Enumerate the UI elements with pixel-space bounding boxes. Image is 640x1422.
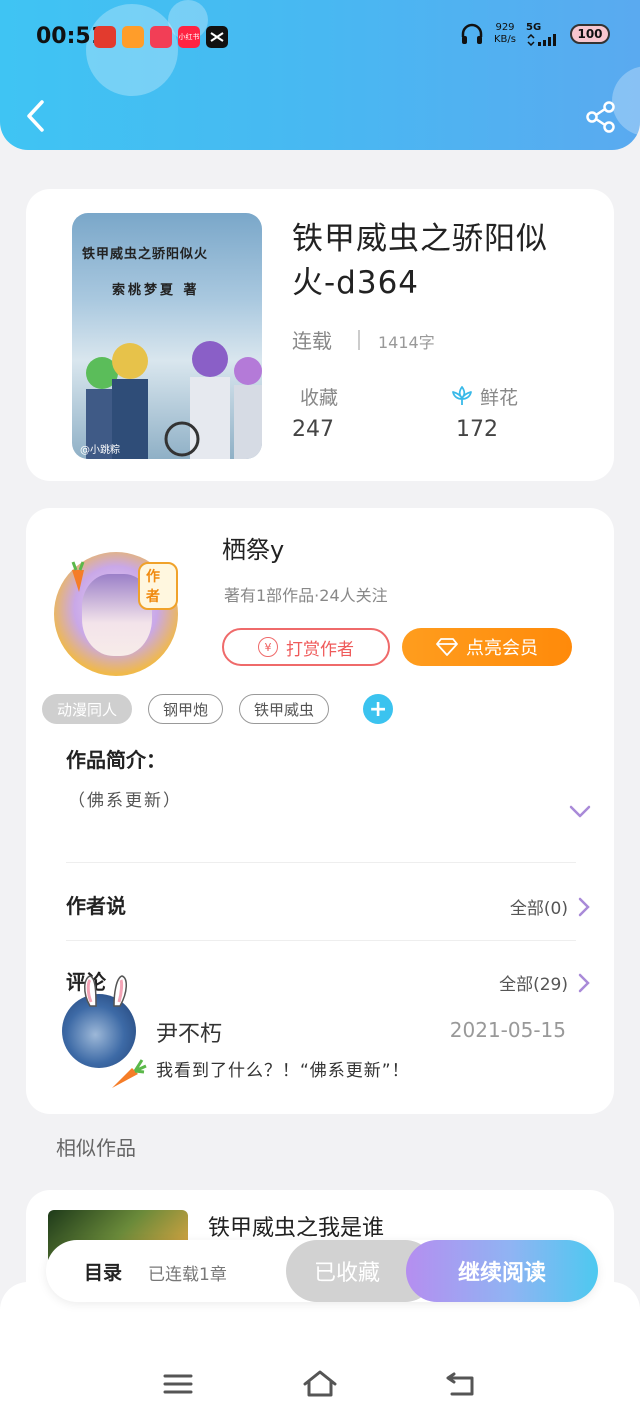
signal-icon bbox=[527, 34, 556, 46]
intro-title: 作品简介： bbox=[66, 748, 166, 772]
favorites-count: 247 bbox=[292, 417, 334, 442]
toc-button[interactable]: 目录 bbox=[84, 1258, 122, 1285]
home-icon bbox=[303, 1370, 337, 1397]
tag-item[interactable]: 铁甲威虫 bbox=[239, 694, 330, 724]
divider bbox=[66, 940, 576, 941]
author-says-all-label: 全部(0) bbox=[509, 899, 568, 919]
back-nav-button[interactable] bbox=[442, 1368, 482, 1400]
carrot-icon bbox=[112, 1059, 147, 1088]
menu-icon bbox=[163, 1374, 193, 1394]
status-bar: 00:51 小红书 929 KB/s 5G 100 bbox=[0, 0, 640, 70]
menu-button[interactable] bbox=[158, 1368, 198, 1400]
speed-unit: KB/s bbox=[494, 34, 516, 45]
word-count: 1414字 bbox=[378, 333, 435, 352]
comment-text: 我看到了什么？！“佛系更新”！ bbox=[156, 1061, 410, 1081]
network-speed: 929 KB/s bbox=[494, 22, 516, 46]
tip-author-label: 打赏作者 bbox=[286, 639, 354, 660]
return-icon bbox=[446, 1372, 474, 1396]
divider bbox=[66, 862, 576, 863]
meta-separator bbox=[358, 330, 360, 350]
signal-group: 5G bbox=[526, 22, 560, 46]
status-app-icons: 小红书 bbox=[94, 26, 228, 48]
xiaohongshu-icon: 小红书 bbox=[178, 26, 200, 48]
comment-date: 2021-05-15 bbox=[449, 1018, 566, 1042]
commenter-name: 尹不朽 bbox=[156, 1022, 223, 1047]
system-nav-bar bbox=[0, 1282, 640, 1422]
add-tag-button[interactable]: + bbox=[363, 694, 394, 724]
home-button[interactable] bbox=[300, 1368, 340, 1400]
app-icon-3 bbox=[150, 26, 172, 48]
flowers-count: 172 bbox=[456, 417, 498, 442]
vip-button[interactable]: 点亮会员 bbox=[402, 628, 572, 666]
book-info-card: 铁甲威虫之骄阳似火 索桃梦夏 著 @小跳粽 铁甲威虫之骄阳似火-d364 连载 … bbox=[26, 189, 614, 481]
vip-label: 点亮会员 bbox=[466, 638, 538, 659]
network-type: 5G bbox=[526, 22, 542, 33]
back-button[interactable] bbox=[20, 96, 54, 136]
chapter-count: 已连载1章 bbox=[148, 1265, 227, 1285]
favorited-label: 已收藏 bbox=[313, 1261, 380, 1286]
chevron-down-icon[interactable] bbox=[568, 804, 592, 820]
tag-list: 动漫同人 钢甲炮 铁甲威虫 + bbox=[42, 694, 394, 724]
cover-watermark: @小跳粽 bbox=[80, 445, 120, 456]
comments-all-link[interactable]: 全部(29) bbox=[499, 970, 590, 995]
app-icon-1 bbox=[94, 26, 116, 48]
favorites-label: 收藏 bbox=[300, 387, 339, 409]
author-avatar[interactable]: 作者 bbox=[54, 552, 178, 676]
plus-icon: + bbox=[368, 696, 388, 722]
chevron-right-icon bbox=[578, 973, 590, 992]
bunny-ears-icon bbox=[84, 975, 127, 1007]
continue-reading-label: 继续阅读 bbox=[457, 1261, 546, 1286]
author-badge: 作者 bbox=[138, 562, 178, 610]
similar-title: 相似作品 bbox=[56, 1136, 136, 1160]
author-meta: 著有1部作品·24人关注 bbox=[224, 586, 388, 605]
intro-text: （佛系更新） bbox=[68, 791, 182, 811]
comments-all-label: 全部(29) bbox=[499, 975, 568, 995]
author-card: 作者 栖祭y 著有1部作品·24人关注 ¥ 打赏作者 点亮会员 动漫同人 钢甲炮… bbox=[26, 508, 614, 1114]
author-says-all-link[interactable]: 全部(0) bbox=[510, 894, 590, 919]
diamond-icon bbox=[436, 638, 458, 656]
serial-status: 连载 bbox=[292, 329, 332, 353]
capcut-icon bbox=[206, 26, 228, 48]
book-cover[interactable]: 铁甲威虫之骄阳似火 索桃梦夏 著 @小跳粽 bbox=[72, 213, 262, 459]
headphones-icon bbox=[461, 23, 483, 44]
status-right: 929 KB/s 5G 100 bbox=[460, 22, 610, 46]
flower-icon bbox=[452, 386, 472, 405]
chevron-left-icon bbox=[27, 100, 44, 132]
chevron-right-icon bbox=[578, 897, 590, 916]
speed-value: 929 bbox=[495, 22, 515, 33]
tag-item[interactable]: 动漫同人 bbox=[42, 694, 133, 724]
author-says-title: 作者说 bbox=[66, 894, 126, 918]
reading-action-bar: 目录 已连载1章 已收藏 继续阅读 bbox=[46, 1240, 598, 1302]
similar-name: 铁甲威虫之我是谁 bbox=[208, 1216, 385, 1241]
cover-illustration bbox=[86, 341, 262, 459]
battery-indicator: 100 bbox=[570, 24, 610, 44]
author-name[interactable]: 栖祭y bbox=[222, 530, 284, 565]
continue-reading-button[interactable]: 继续阅读 bbox=[406, 1240, 598, 1302]
tip-author-button[interactable]: ¥ 打赏作者 bbox=[222, 628, 390, 666]
book-title: 铁甲威虫之骄阳似火-d364 bbox=[292, 221, 548, 301]
header-bar: 00:51 小红书 929 KB/s 5G 100 bbox=[0, 0, 640, 150]
tag-item[interactable]: 钢甲炮 bbox=[148, 694, 224, 724]
app-icon-2 bbox=[122, 26, 144, 48]
share-icon bbox=[586, 101, 615, 133]
carrot-icon bbox=[71, 561, 85, 592]
yen-icon: ¥ bbox=[258, 637, 278, 657]
share-button[interactable] bbox=[584, 100, 618, 134]
flowers-label: 鲜花 bbox=[480, 387, 519, 409]
